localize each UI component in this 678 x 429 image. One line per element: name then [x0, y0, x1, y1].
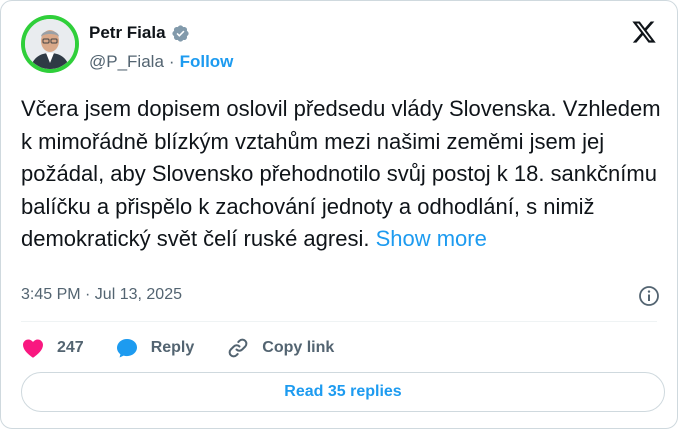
read-replies-button[interactable]: Read 35 replies	[21, 372, 665, 412]
action-bar: 247 Reply Copy link	[21, 334, 334, 362]
author-handle[interactable]: @P_Fiala	[89, 52, 164, 72]
author-handle-row: @P_Fiala · Follow	[89, 52, 233, 72]
timestamp[interactable]: 3:45 PM · Jul 13, 2025	[21, 286, 182, 304]
handle-separator: ·	[168, 52, 175, 71]
verified-badge-icon	[171, 24, 189, 42]
author-name-row: Petr Fiala	[89, 23, 190, 43]
author-name[interactable]: Petr Fiala	[89, 23, 166, 43]
tweet-body: Včera jsem dopisem oslovil předsedu vlád…	[21, 96, 661, 251]
speech-bubble-icon	[116, 339, 137, 358]
reply-label: Reply	[150, 339, 195, 356]
link-icon	[228, 338, 248, 358]
avatar-photo	[25, 19, 75, 69]
avatar[interactable]	[21, 15, 79, 73]
divider	[21, 321, 657, 322]
read-replies-label: Read 35 replies	[284, 383, 402, 400]
follow-button[interactable]: Follow	[180, 52, 234, 72]
tweet-text: Včera jsem dopisem oslovil předsedu vlád…	[21, 93, 661, 256]
likes-count: 247	[57, 339, 84, 356]
copy-link-button[interactable]: Copy link	[226, 336, 334, 360]
heart-icon	[23, 339, 43, 358]
show-more-link[interactable]: Show more	[376, 226, 487, 251]
copy-link-label: Copy link	[262, 339, 335, 356]
info-icon[interactable]	[637, 284, 661, 308]
tweet-card: Petr Fiala @P_Fiala · Follow Včera jsem …	[0, 0, 678, 429]
reply-button[interactable]: Reply	[115, 336, 195, 360]
x-logo-icon[interactable]	[631, 19, 657, 45]
like-button[interactable]: 247	[21, 336, 84, 360]
